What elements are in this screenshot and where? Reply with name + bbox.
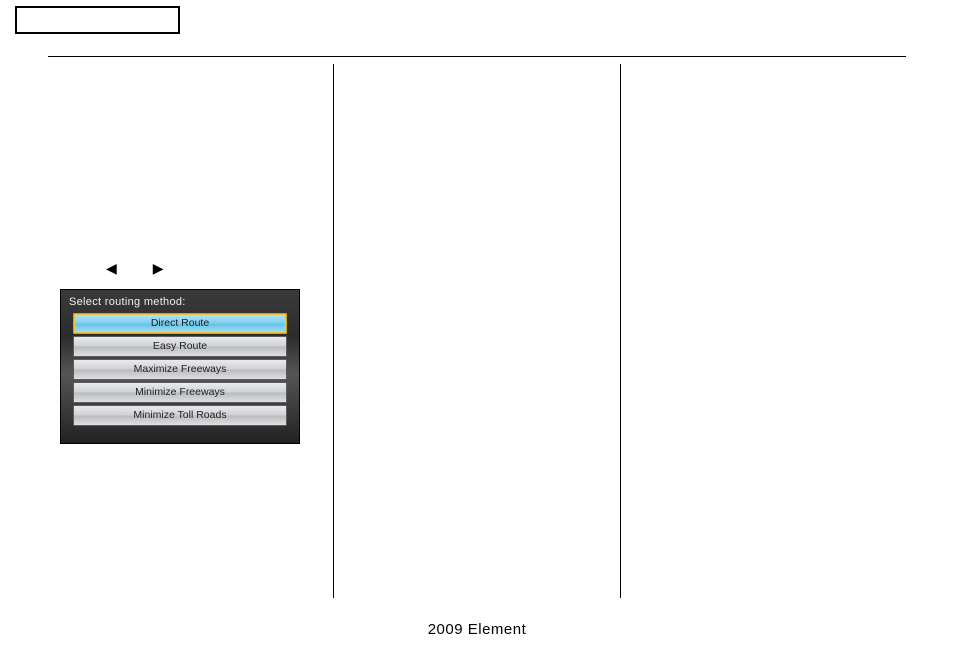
column-1: Say or select CHANGE METHOD by using the…: [48, 64, 333, 598]
tip-body: You may only view routes as shown above …: [633, 195, 894, 219]
header-divider: [48, 56, 906, 57]
rule-3: Restricted turns (turns that cannot be m…: [346, 296, 607, 320]
col3-heading: Viewing the Routes: [633, 80, 894, 92]
route-method-list: Direct Route Easy Route Maximize Freeway…: [61, 313, 299, 434]
rule-2: Right turns are favored over left turns …: [346, 278, 607, 290]
route-option-max-freeways[interactable]: Maximize Freeways: [73, 359, 287, 380]
route-option-direct[interactable]: Direct Route: [73, 313, 287, 334]
tip-block: Tip You may only view routes as shown ab…: [633, 175, 894, 219]
note-title: NOTE:: [346, 163, 607, 175]
column-2: "Direct Route" (the factory default) cal…: [333, 64, 619, 598]
section-indicator-box: [15, 6, 180, 34]
col3-p2: Say or select View Routes and the displa…: [633, 144, 894, 168]
col1-paragraph-1: Say or select CHANGE METHOD by using the…: [60, 80, 321, 128]
column-3: Viewing the Routes Selecting View Routes…: [620, 64, 906, 598]
arrow-row: ◀ ▶: [106, 261, 321, 275]
screenshot-title: Select routing method:: [61, 290, 299, 314]
desc-easy: "Easy Route" produces a route with the f…: [346, 111, 607, 123]
left-arrow-icon: ◀: [106, 261, 117, 275]
route-method-descriptions: "Direct Route" (the factory default) cal…: [346, 80, 607, 153]
col1-paragraph-1b: Tree icons indicate which routes include…: [60, 136, 321, 160]
page-footer: 2009 Element: [0, 621, 954, 638]
note-1: If the trip is greater than 100 miles, t…: [346, 183, 607, 207]
route-option-easy[interactable]: Easy Route: [73, 336, 287, 357]
route-option-min-toll[interactable]: Minimize Toll Roads: [73, 405, 287, 426]
col1-paragraph-3: If you select CHANGE METHOD, use the or …: [60, 223, 321, 247]
desc-others: "Maximize Freeways," "Minimize Freeways,…: [346, 130, 607, 154]
tip-title: Tip: [633, 175, 894, 187]
rule-1: It tries to avoid "shortcuts" through re…: [346, 259, 607, 271]
note-block: NOTE: If the trip is greater than 100 mi…: [346, 163, 607, 320]
nav-screenshot: Select routing method: Direct Route Easy…: [60, 289, 300, 444]
route-option-min-freeways[interactable]: Minimize Freeways: [73, 382, 287, 403]
routing-rules: It tries to avoid "shortcuts" through re…: [346, 259, 607, 321]
note-2: The generated route may not be the route…: [346, 215, 607, 251]
col1-paragraph-2: Alternatively, select the routing method…: [60, 167, 321, 215]
col3-p3: If you select a routing method, say or s…: [633, 227, 894, 251]
right-arrow-icon: ▶: [153, 261, 164, 275]
content-columns: Say or select CHANGE METHOD by using the…: [48, 64, 906, 598]
desc-direct: "Direct Route" (the factory default) cal…: [346, 80, 607, 104]
col3-p1: Selecting View Routes on the Calculate r…: [633, 100, 894, 136]
